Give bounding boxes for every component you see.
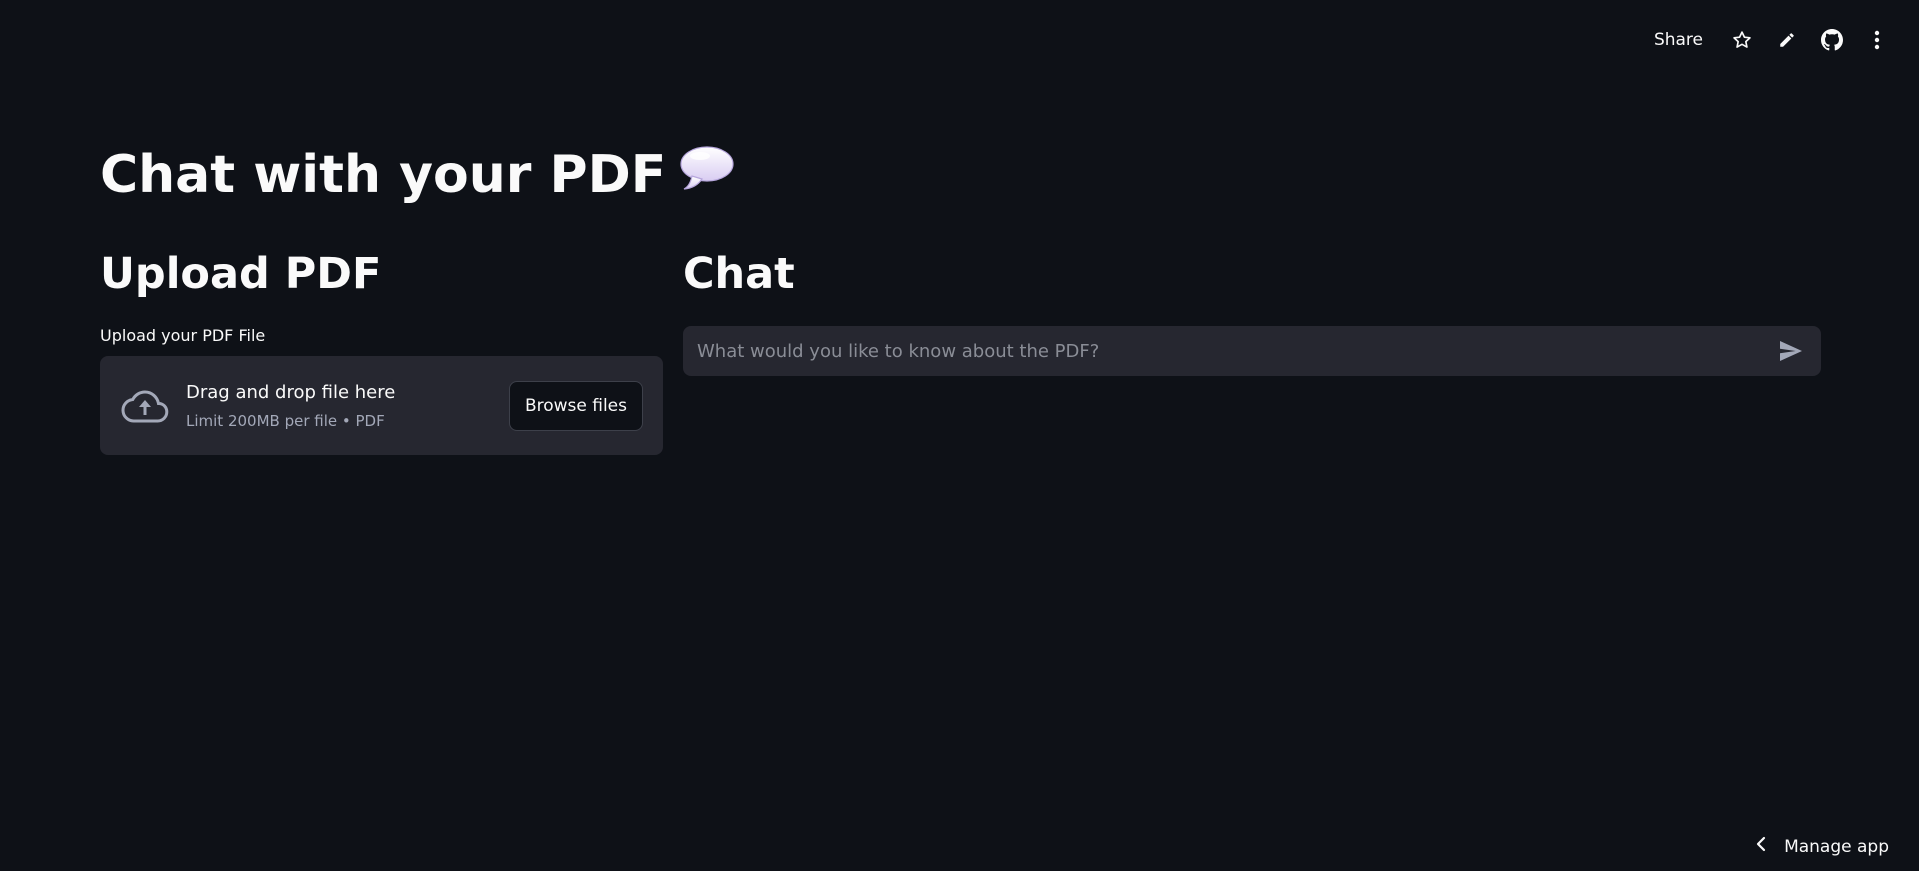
dropzone-subtitle: Limit 200MB per file • PDF (186, 411, 385, 430)
page-title-text: Chat with your PDF (100, 145, 667, 205)
file-dropzone[interactable]: Drag and drop file here Limit 200MB per … (100, 356, 663, 455)
app-root: Share Chat with your PDF Upload PDF Uplo… (0, 0, 1919, 871)
browse-files-button[interactable]: Browse files (508, 380, 643, 431)
manage-app-button[interactable]: Manage app (1756, 836, 1889, 857)
page-title: Chat with your PDF (100, 140, 736, 210)
upload-column: Upload PDF Upload your PDF File Drag and… (100, 244, 663, 455)
pencil-icon[interactable] (1764, 22, 1809, 58)
chat-input-container (683, 325, 1821, 377)
chat-heading: Chat (683, 249, 795, 299)
cloud-upload-icon (120, 386, 170, 426)
more-vertical-icon[interactable] (1854, 22, 1899, 58)
github-icon[interactable] (1809, 22, 1854, 58)
star-icon[interactable] (1719, 22, 1764, 58)
top-toolbar: Share (1644, 22, 1899, 58)
dropzone-text: Drag and drop file here Limit 200MB per … (186, 381, 509, 431)
dropzone-title: Drag and drop file here (186, 381, 396, 403)
upload-label: Upload your PDF File (100, 326, 266, 345)
chat-column: Chat (683, 244, 1821, 377)
manage-app-label: Manage app (1784, 836, 1889, 857)
send-icon[interactable] (1773, 333, 1809, 369)
chat-input[interactable] (695, 325, 1773, 377)
upload-heading: Upload PDF (100, 249, 382, 299)
chevron-left-icon (1756, 836, 1766, 857)
speech-bubble-icon (678, 140, 736, 210)
share-button[interactable]: Share (1644, 24, 1713, 56)
